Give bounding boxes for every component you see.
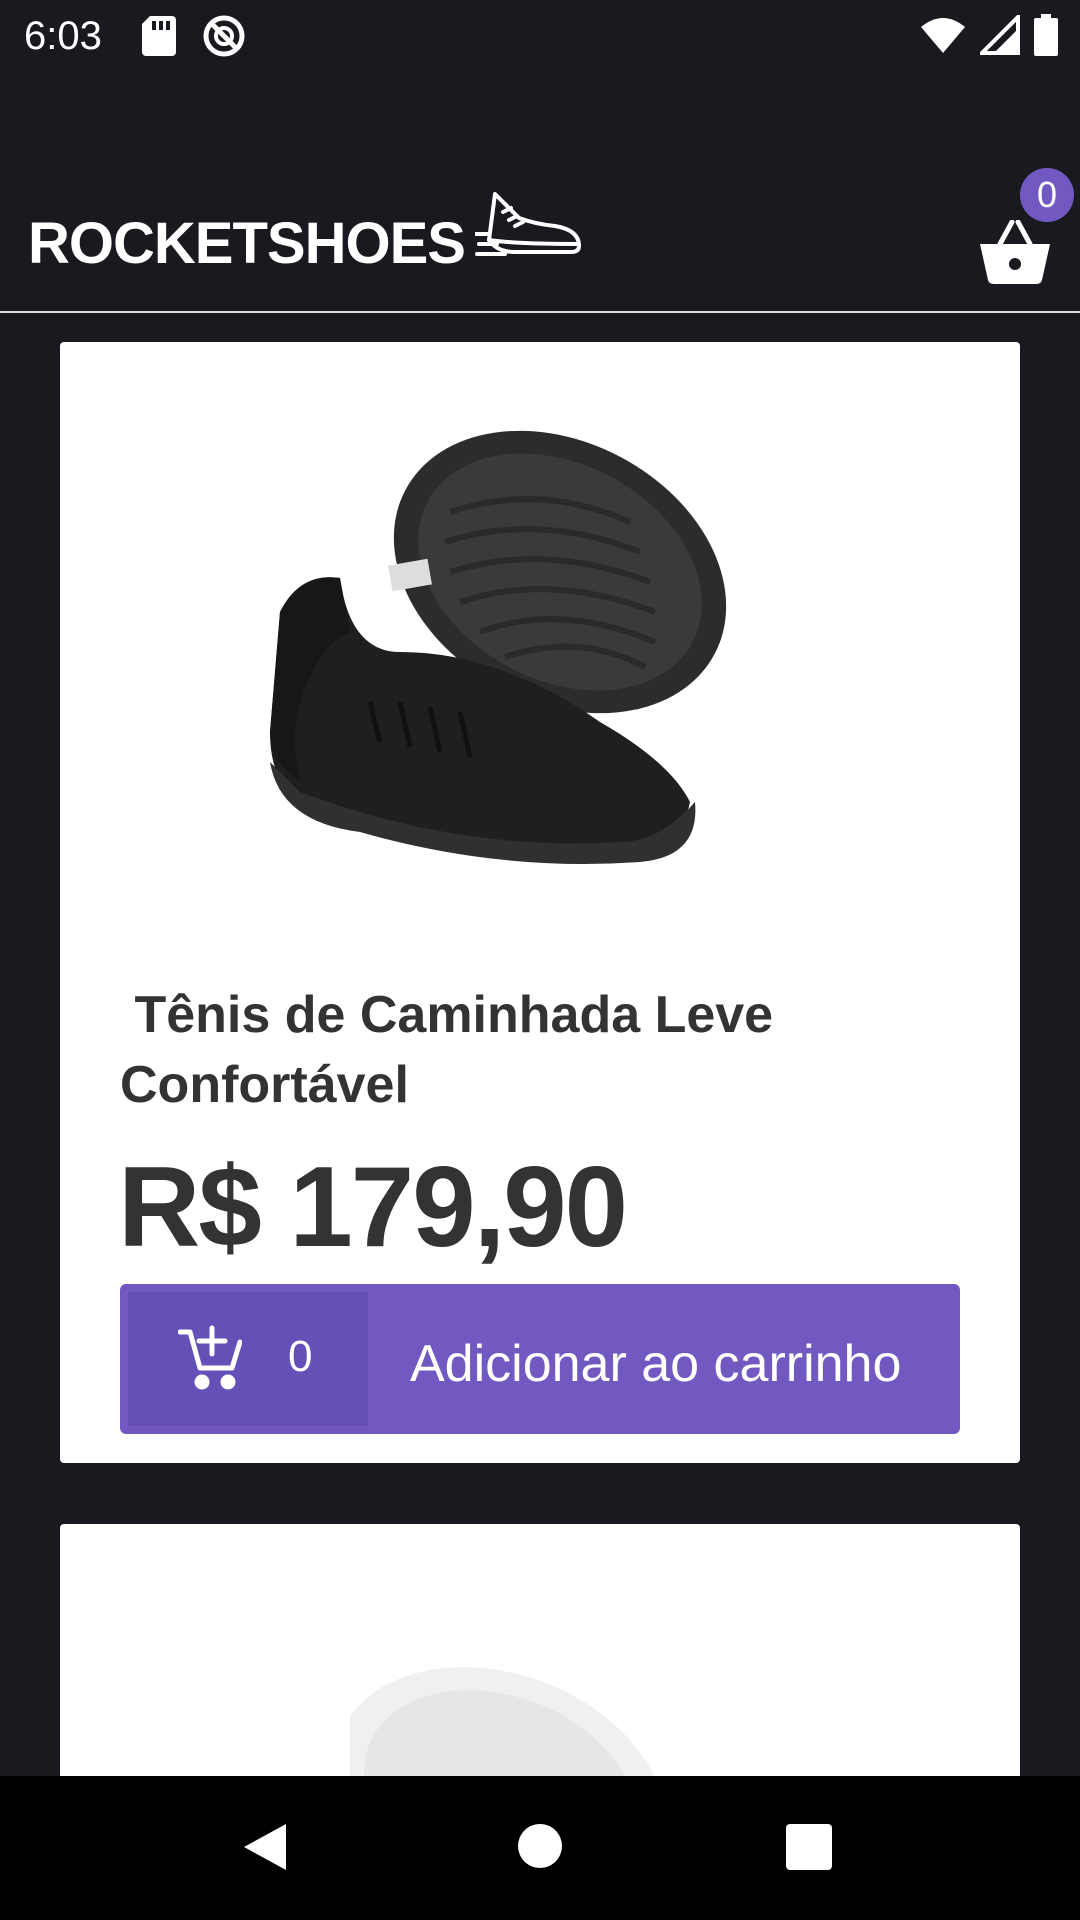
product-price: R$ 179,90	[118, 1144, 628, 1271]
status-time: 6:03	[24, 14, 102, 58]
header: ROCKETSHOES	[0, 170, 1080, 310]
running-shoe-icon	[473, 188, 585, 273]
cart-amount-box: 0	[128, 1292, 368, 1426]
product-title: Tênis de Caminhada Leve Confortável	[120, 986, 788, 1114]
recent-apps-square-icon[interactable]	[786, 1824, 832, 1870]
black-sneaker-image	[240, 402, 900, 927]
basket-icon	[980, 220, 1050, 284]
product-card: Tênis de Caminhada Leve Confortável R$ 1…	[60, 342, 1020, 1463]
signal-icon	[977, 12, 1020, 60]
back-triangle-icon[interactable]	[242, 1822, 288, 1877]
status-bar: 6:03	[0, 0, 1080, 72]
add-to-cart-label: Adicionar ao carrinho	[410, 1335, 902, 1393]
header-divider	[0, 311, 1080, 313]
wifi-icon	[920, 15, 966, 60]
cart-count-badge: 0	[1020, 168, 1074, 222]
sd-card-icon	[142, 16, 176, 61]
add-to-cart-button[interactable]: 0 Adicionar ao carrinho	[120, 1284, 960, 1434]
battery-icon	[1034, 14, 1058, 61]
no-ads-icon	[202, 14, 246, 63]
home-circle-icon[interactable]	[518, 1824, 562, 1868]
add-shopping-cart-icon	[177, 1324, 243, 1395]
logo-text[interactable]: ROCKETSHOES	[28, 210, 466, 277]
cart-amount-count: 0	[288, 1332, 313, 1381]
navigation-bar	[0, 1776, 1080, 1920]
